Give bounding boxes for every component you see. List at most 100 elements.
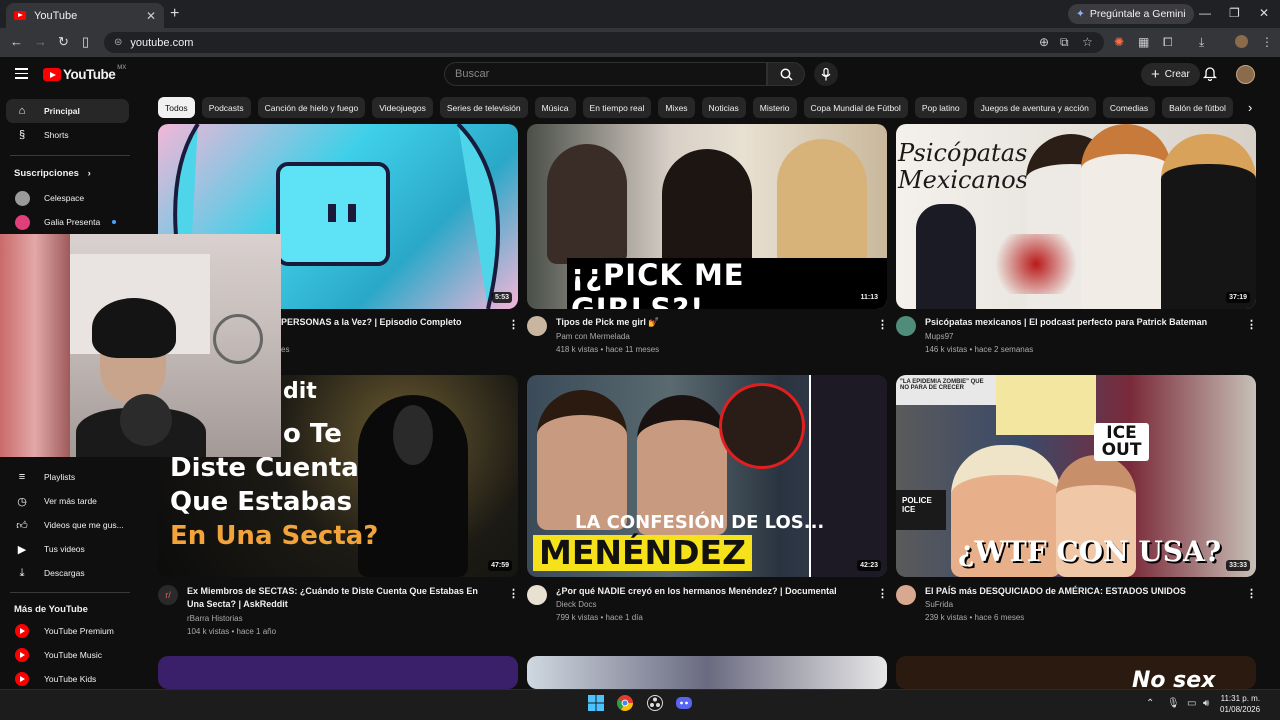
video-title[interactable]: ¿Por qué NADIE creyó en los hermanos Men…: [556, 585, 846, 598]
chip-13[interactable]: Comedias: [1102, 97, 1156, 118]
video-title[interactable]: Tipos de Pick me girl 💅: [556, 316, 846, 329]
chip-5[interactable]: Música: [534, 97, 576, 118]
video-thumbnail[interactable]: Psicópatas Mexicanos 37:19: [896, 124, 1256, 309]
sidebar-item-youtube-premium[interactable]: YouTube Premium: [6, 619, 129, 643]
chip-8[interactable]: Noticias: [701, 97, 746, 118]
chip-7[interactable]: Mixes: [658, 97, 695, 118]
account-avatar[interactable]: [1236, 65, 1255, 84]
channel-avatar[interactable]: r/: [158, 585, 178, 605]
chip-2[interactable]: Canción de hielo y fuego: [257, 97, 366, 118]
new-tab-button[interactable]: +: [170, 5, 179, 23]
reload-icon[interactable]: ↻: [58, 34, 69, 50]
sidebar-item-celespace[interactable]: Celespace: [6, 186, 129, 210]
extensions-icon[interactable]: ⧠: [1163, 35, 1173, 50]
video-thumbnail[interactable]: [527, 656, 887, 689]
sidebar-item-playlists[interactable]: ≡ Playlists: [6, 465, 129, 489]
channel-avatar[interactable]: [896, 585, 916, 605]
video-thumbnail[interactable]: ¡¿PICK ME GIRLS?! 11:13: [527, 124, 887, 309]
channel-name[interactable]: rBarra Historias: [187, 614, 243, 623]
channel-avatar[interactable]: [527, 316, 547, 336]
zoom-icon[interactable]: ⊕: [1039, 35, 1049, 49]
sidebar-item-watch-later[interactable]: ◷ Ver más tarde: [6, 489, 129, 513]
channel-name[interactable]: Pam con Mermelada: [556, 332, 630, 341]
chrome-icon[interactable]: [617, 695, 635, 713]
extension-icon[interactable]: ✺: [1114, 35, 1124, 49]
obs-icon[interactable]: [647, 695, 665, 713]
video-thumbnail[interactable]: [158, 656, 518, 689]
chip-4[interactable]: Series de televisión: [439, 97, 528, 118]
video-meta: es: [281, 345, 290, 354]
back-icon[interactable]: ←: [10, 34, 23, 49]
more-actions-icon[interactable]: ⋮: [877, 318, 888, 331]
sidebar-item-liked-videos[interactable]: 👍︎ Videos que me gus...: [6, 513, 129, 537]
youtube-logo[interactable]: YouTube MX: [43, 65, 126, 82]
sidebar-item-downloads[interactable]: ⤓ Descargas: [6, 561, 129, 585]
sidebar-item-your-videos[interactable]: ▶ Tus videos: [6, 537, 129, 561]
microphone-icon[interactable]: 🎙︎: [1167, 698, 1180, 709]
discord-icon[interactable]: [676, 695, 694, 713]
chip-14[interactable]: Balón de fútbol: [1162, 97, 1233, 118]
site-info-icon[interactable]: ⊜: [114, 37, 122, 48]
volume-icon[interactable]: 🔊︎: [1203, 698, 1209, 709]
cast-icon[interactable]: ⧉: [1060, 35, 1069, 50]
bookmark-star-icon[interactable]: ☆: [1082, 35, 1093, 49]
create-button[interactable]: + Crear: [1141, 63, 1200, 86]
chip-9[interactable]: Misterio: [752, 97, 797, 118]
channel-name[interactable]: Dieck Docs: [556, 600, 596, 609]
close-tab-icon[interactable]: ✕: [146, 9, 156, 23]
menu-kebab-icon[interactable]: ⋮: [1261, 35, 1273, 49]
chip-0[interactable]: Todos: [158, 97, 195, 118]
sidebar-item-galia-presenta[interactable]: Galia Presenta: [6, 210, 129, 234]
video-meta: 146 k vistas • hace 2 semanas: [925, 345, 1034, 354]
chevron-up-icon[interactable]: ⌃: [1146, 698, 1154, 709]
channel-avatar[interactable]: [527, 585, 547, 605]
extension-2-icon[interactable]: ▦: [1138, 35, 1149, 49]
more-actions-icon[interactable]: ⋮: [877, 587, 888, 600]
system-clock[interactable]: 11:31 p. m. 01/08/2026: [1220, 693, 1260, 715]
chip-6[interactable]: En tiempo real: [582, 97, 652, 118]
restore-icon[interactable]: ❐: [1229, 6, 1240, 20]
sidebar-item-shorts[interactable]: § Shorts: [6, 123, 129, 147]
voice-search-button[interactable]: [814, 62, 838, 86]
video-thumbnail[interactable]: LA CONFESIÓN DE LOS... MENÉNDEZ 42:23: [527, 375, 887, 577]
close-window-icon[interactable]: ✕: [1259, 6, 1269, 20]
video-title[interactable]: El PAÍS más DESQUICIADO de AMÉRICA: ESTA…: [925, 585, 1215, 598]
more-actions-icon[interactable]: ⋮: [508, 318, 519, 331]
network-icon[interactable]: ▭: [1187, 698, 1196, 709]
chip-3[interactable]: Videojuegos: [372, 97, 433, 118]
chip-11[interactable]: Pop latino: [914, 97, 967, 118]
channel-avatar[interactable]: [896, 316, 916, 336]
video-thumbnail[interactable]: No sex: [896, 656, 1256, 689]
minimize-icon[interactable]: —: [1199, 6, 1211, 20]
subscriptions-header[interactable]: Suscripciones ›: [14, 168, 91, 179]
notifications-button[interactable]: [1202, 66, 1218, 86]
video-thumbnail[interactable]: "LA EPIDEMIA ZOMBIE" QUE NO PARA DE CREC…: [896, 375, 1256, 577]
hamburger-menu-icon[interactable]: [15, 68, 28, 79]
more-actions-icon[interactable]: ⋮: [1246, 318, 1257, 331]
sidebar-item-youtube-music[interactable]: YouTube Music: [6, 643, 129, 667]
search-input[interactable]: Buscar: [444, 62, 767, 86]
chip-1[interactable]: Podcasts: [201, 97, 251, 118]
browser-tab[interactable]: YouTube ✕: [6, 3, 164, 28]
download-icon[interactable]: ⤓: [1199, 35, 1204, 50]
channel-name[interactable]: SuFrida: [925, 600, 953, 609]
search-button[interactable]: [767, 62, 805, 86]
video-title[interactable]: PERSONAS a la Vez? | Episodio Completo: [281, 316, 501, 329]
video-title[interactable]: Psicópatas mexicanos | El podcast perfec…: [925, 316, 1215, 329]
chip-12[interactable]: Juegos de aventura y acción: [973, 97, 1096, 118]
chip-10[interactable]: Copa Mundial de Fútbol: [803, 97, 908, 118]
forward-icon[interactable]: →: [34, 34, 47, 49]
sidebar-item-youtube-kids[interactable]: YouTube Kids: [6, 667, 129, 691]
channel-name[interactable]: Mups97: [925, 332, 953, 341]
gemini-button[interactable]: ✦ Pregúntale a Gemini: [1068, 4, 1194, 24]
sidebar-item-principal[interactable]: ⌂ Principal: [6, 99, 129, 123]
more-actions-icon[interactable]: ⋮: [508, 587, 519, 600]
windows-start-icon[interactable]: [588, 695, 606, 713]
chevron-right-icon[interactable]: ›: [1248, 100, 1252, 115]
profile-avatar[interactable]: [1235, 35, 1248, 48]
address-bar[interactable]: ⊜ youtube.com: [104, 32, 1104, 53]
gemini-label: Pregúntale a Gemini: [1089, 8, 1186, 20]
side-panel-icon[interactable]: ▯: [82, 34, 89, 50]
more-actions-icon[interactable]: ⋮: [1246, 587, 1257, 600]
video-title[interactable]: Ex Miembros de SECTAS: ¿Cuándo te Diste …: [187, 585, 497, 611]
